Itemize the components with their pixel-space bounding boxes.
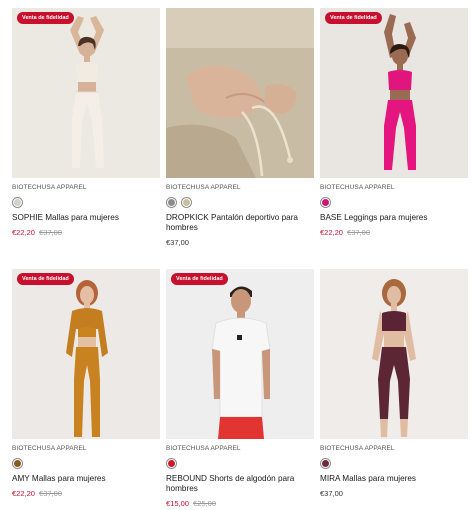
color-swatches [320,458,468,470]
loyalty-sale-badge: Venta de fidelidad [325,12,382,24]
color-swatch-ochre[interactable] [12,458,23,469]
product-photo-mira [320,269,468,439]
color-swatch-cream[interactable] [12,197,23,208]
product-card: BIOTECHUSA APPAREL MIRA Mallas para muje… [320,269,468,498]
color-swatches [166,197,314,209]
color-swatches [12,197,160,209]
product-photo-sophie [12,8,160,178]
color-swatch-burgundy[interactable] [320,458,331,469]
product-name[interactable]: DROPKICK Pantalón deportivo para hombres [166,213,314,233]
product-grid: Venta de fidelidad BIOTECHUSA APPAREL SO… [0,0,475,510]
product-price: €22,20 €37,00 [12,489,160,498]
loyalty-sale-badge: Venta de fidelidad [17,12,74,24]
original-price: €37,00 [39,228,62,237]
product-name[interactable]: AMY Mallas para mujeres [12,474,160,484]
color-swatch-pink[interactable] [320,197,331,208]
product-name[interactable]: BASE Leggings para mujeres [320,213,468,223]
color-swatch-grey[interactable] [166,197,177,208]
sale-price: €22,20 [12,228,35,237]
loyalty-sale-badge: Venta de fidelidad [17,273,74,285]
color-swatch-red[interactable] [166,458,177,469]
sale-price: €15,00 [166,499,189,508]
product-card: Venta de fidelidad BIOTECHUSA APPAREL AM… [12,269,160,498]
brand-label: BIOTECHUSA APPAREL [12,445,87,452]
brand-label: BIOTECHUSA APPAREL [12,184,87,191]
product-name[interactable]: MIRA Mallas para mujeres [320,474,468,484]
product-price: €37,00 [166,238,314,247]
product-price: €37,00 [320,489,468,498]
product-name[interactable]: REBOUND Shorts de algodón para hombres [166,474,314,494]
product-card: Venta de fidelidad BIOTECHUSA APPAREL SO… [12,8,160,237]
product-photo-amy [12,269,160,439]
product-image[interactable] [166,8,314,178]
product-price: €22,20 €37,00 [12,228,160,237]
original-price: €25,00 [193,499,216,508]
product-photo-dropkick [166,8,314,178]
brand-label: BIOTECHUSA APPAREL [320,184,395,191]
product-card: Venta de fidelidad BIOTECHUSA APPAREL RE… [166,269,314,508]
product-photo-rebound [166,269,314,439]
product-image[interactable]: Venta de fidelidad [12,8,160,178]
color-swatch-beige[interactable] [181,197,192,208]
product-price: €15,00 €25,00 [166,499,314,508]
color-swatches [166,458,314,470]
regular-price: €37,00 [320,489,343,498]
product-photo-base [320,8,468,178]
brand-label: BIOTECHUSA APPAREL [320,445,395,452]
original-price: €37,00 [347,228,370,237]
product-name[interactable]: SOPHIE Mallas para mujeres [12,213,160,223]
color-swatches [12,458,160,470]
product-image[interactable]: Venta de fidelidad [12,269,160,439]
product-image[interactable]: Venta de fidelidad [166,269,314,439]
loyalty-sale-badge: Venta de fidelidad [171,273,228,285]
product-card: BIOTECHUSA APPAREL DROPKICK Pantalón dep… [166,8,314,247]
regular-price: €37,00 [166,238,189,247]
product-card: Venta de fidelidad BIOTECHUSA APPAREL BA… [320,8,468,237]
product-image[interactable]: Venta de fidelidad [320,8,468,178]
color-swatches [320,197,468,209]
product-price: €22,20 €37,00 [320,228,468,237]
brand-label: BIOTECHUSA APPAREL [166,445,241,452]
brand-label: BIOTECHUSA APPAREL [166,184,241,191]
sale-price: €22,20 [12,489,35,498]
original-price: €37,00 [39,489,62,498]
sale-price: €22,20 [320,228,343,237]
product-image[interactable] [320,269,468,439]
